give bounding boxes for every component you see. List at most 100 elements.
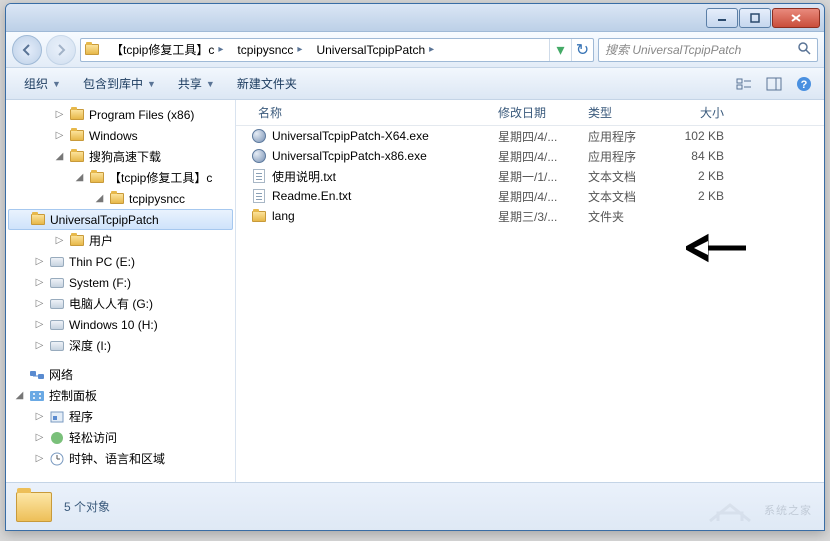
address-bar[interactable]: 【tcpip修复工具】c▸ tcpipysncc▸ UniversalTcpip…	[80, 38, 594, 62]
file-row[interactable]: Readme.En.txt星期四/4/...文本文档2 KB	[236, 186, 824, 206]
expand-icon[interactable]: ▷	[34, 453, 45, 464]
refresh-button[interactable]: ↻	[571, 39, 593, 61]
file-type: 文本文档	[580, 188, 662, 205]
maximize-button[interactable]	[739, 8, 771, 28]
tree-node[interactable]: ▷Thin PC (E:)	[6, 251, 235, 272]
column-date[interactable]: 修改日期	[490, 104, 580, 121]
file-size: 2 KB	[662, 169, 732, 183]
column-headers[interactable]: 名称 修改日期 类型 大小	[236, 100, 824, 126]
expand-icon[interactable]: ▷	[34, 411, 45, 422]
expand-icon[interactable]: ▷	[54, 109, 65, 120]
tree-label: 深度 (I:)	[69, 337, 111, 354]
help-button[interactable]: ?	[792, 72, 816, 96]
file-list[interactable]: 名称 修改日期 类型 大小 UniversalTcpipPatch-X64.ex…	[236, 100, 824, 482]
tree-node[interactable]: ▷Windows 10 (H:)	[6, 314, 235, 335]
tree-node[interactable]: ▷ System (F:)	[6, 272, 235, 293]
close-button[interactable]	[772, 8, 820, 28]
tree-node[interactable]: ◢tcpipysncc	[6, 188, 235, 209]
expand-icon[interactable]: ◢	[54, 151, 65, 162]
new-folder-button[interactable]: 新建文件夹	[227, 71, 307, 96]
file-type: 应用程序	[580, 128, 662, 145]
tree-label: 电脑人人有 (G:)	[69, 295, 153, 312]
content-area: ▷ Program Files (x86) ▷Windows◢搜狗高速下载◢【tcp…	[6, 100, 824, 482]
tree-node[interactable]: UniversalTcpipPatch	[8, 209, 233, 230]
expand-icon[interactable]: ▷	[34, 432, 45, 443]
expand-icon[interactable]: ◢	[94, 193, 105, 204]
expand-icon[interactable]: ▷	[54, 235, 65, 246]
expand-icon[interactable]: ◢	[14, 390, 25, 401]
tree-node[interactable]: 网络	[6, 364, 235, 385]
preview-pane-button[interactable]	[762, 72, 786, 96]
tree-label: System (F:)	[69, 276, 131, 290]
tree-node[interactable]: ▷Windows	[6, 125, 235, 146]
file-date: 星期四/4/...	[490, 188, 580, 205]
file-row[interactable]: 使用说明.txt星期一/1/...文本文档2 KB	[236, 166, 824, 186]
file-size: 84 KB	[662, 149, 732, 163]
navigation-bar: 【tcpip修复工具】c▸ tcpipysncc▸ UniversalTcpip…	[6, 32, 824, 68]
organize-button[interactable]: 组织▼	[14, 71, 71, 96]
back-button[interactable]	[12, 35, 42, 65]
view-options-button[interactable]	[732, 72, 756, 96]
tree-node[interactable]: ◢搜狗高速下载	[6, 146, 235, 167]
annotation-arrow	[686, 228, 756, 271]
toolbar: 组织▼ 包含到库中▼ 共享▼ 新建文件夹 ?	[6, 68, 824, 100]
file-date: 星期三/3/...	[490, 208, 580, 225]
tree-node[interactable]: ◢ 控制面板	[6, 385, 235, 406]
file-name: 使用说明.txt	[272, 168, 490, 185]
exe-icon	[250, 127, 268, 145]
tree-label: 时钟、语言和区域	[69, 450, 165, 467]
expand-icon[interactable]: ▷	[34, 277, 45, 288]
search-placeholder: 搜索 UniversalTcpipPatch	[605, 41, 741, 58]
drive-icon	[49, 254, 65, 270]
expand-icon[interactable]	[15, 214, 26, 225]
tree-node[interactable]: ◢【tcpip修复工具】c	[6, 167, 235, 188]
file-row[interactable]: lang星期三/3/...文件夹	[236, 206, 824, 226]
tree-node[interactable]: ▷用户	[6, 230, 235, 251]
tree-node[interactable]: ▷ 深度 (I:)	[6, 335, 235, 356]
expand-icon[interactable]: ▷	[54, 130, 65, 141]
column-type[interactable]: 类型	[580, 104, 662, 121]
navigation-tree[interactable]: ▷ Program Files (x86) ▷Windows◢搜狗高速下载◢【tcp…	[6, 100, 236, 482]
expand-icon[interactable]: ▷	[34, 256, 45, 267]
tree-node[interactable]: ▷ Program Files (x86)	[6, 104, 235, 125]
search-input[interactable]: 搜索 UniversalTcpipPatch	[598, 38, 818, 62]
status-text: 5 个对象	[64, 498, 110, 515]
expand-icon[interactable]	[14, 369, 25, 380]
minimize-button[interactable]	[706, 8, 738, 28]
expand-icon[interactable]: ▷	[34, 298, 45, 309]
column-size[interactable]: 大小	[662, 104, 732, 121]
file-name: Readme.En.txt	[272, 189, 490, 203]
history-dropdown[interactable]: ▾	[549, 39, 571, 61]
expand-icon[interactable]: ◢	[74, 172, 85, 183]
file-name: UniversalTcpipPatch-X64.exe	[272, 129, 490, 143]
include-button[interactable]: 包含到库中▼	[73, 71, 166, 96]
expand-icon[interactable]: ▷	[34, 319, 45, 330]
file-row[interactable]: UniversalTcpipPatch-x86.exe星期四/4/...应用程序…	[236, 146, 824, 166]
tree-label: 控制面板	[49, 387, 97, 404]
breadcrumb[interactable]: 【tcpip修复工具】c▸	[103, 39, 229, 61]
tree-node[interactable]: ▷ 时钟、语言和区域	[6, 448, 235, 469]
file-name: UniversalTcpipPatch-x86.exe	[272, 149, 490, 163]
tree-label: 轻松访问	[69, 429, 117, 446]
tree-label: Program Files (x86)	[89, 108, 194, 122]
file-row[interactable]: UniversalTcpipPatch-X64.exe星期四/4/...应用程序…	[236, 126, 824, 146]
tree-node[interactable]: ▷程序	[6, 406, 235, 427]
forward-button[interactable]	[46, 35, 76, 65]
ease-icon	[49, 430, 65, 446]
tree-node[interactable]: ▷ 电脑人人有 (G:)	[6, 293, 235, 314]
tree-label: UniversalTcpipPatch	[50, 213, 159, 227]
tree-node[interactable]: ▷ 轻松访问	[6, 427, 235, 448]
txt-icon	[250, 187, 268, 205]
explorer-window: 【tcpip修复工具】c▸ tcpipysncc▸ UniversalTcpip…	[5, 3, 825, 531]
breadcrumb[interactable]: tcpipysncc▸	[229, 39, 308, 61]
column-name[interactable]: 名称	[250, 104, 490, 121]
svg-text:?: ?	[801, 79, 808, 91]
titlebar[interactable]	[6, 4, 824, 32]
share-button[interactable]: 共享▼	[168, 71, 225, 96]
expand-icon[interactable]: ▷	[34, 340, 45, 351]
drive-icon	[49, 338, 65, 354]
txt-icon	[250, 167, 268, 185]
folder-icon	[69, 149, 85, 165]
clock-icon	[49, 451, 65, 467]
breadcrumb[interactable]: UniversalTcpipPatch▸	[308, 39, 440, 61]
